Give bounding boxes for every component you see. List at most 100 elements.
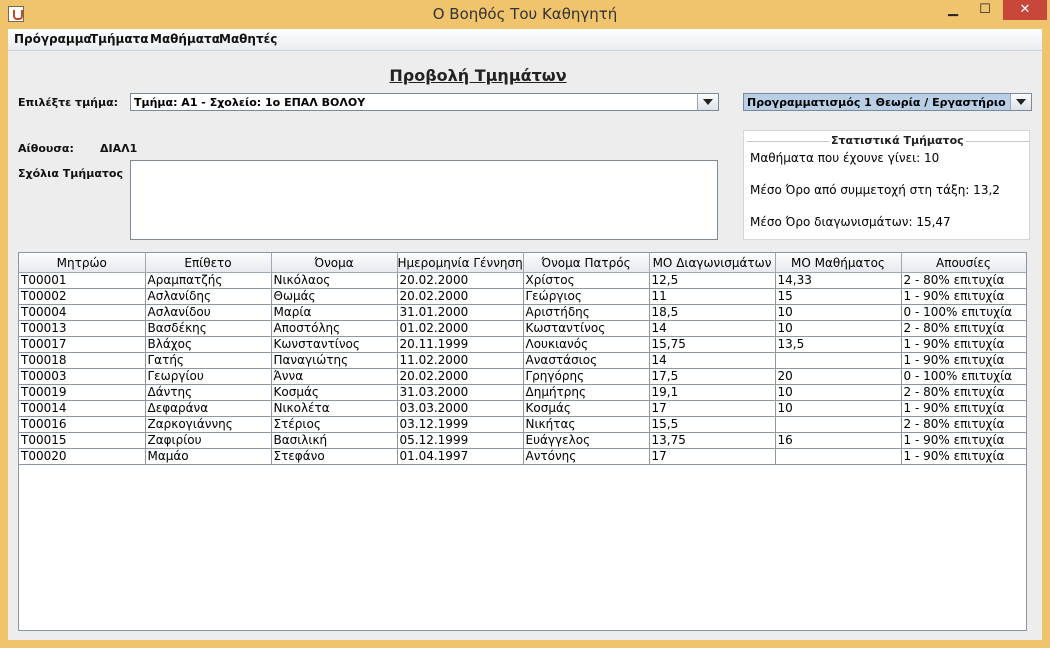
table-cell[interactable]: 10 [775, 400, 902, 417]
course-select[interactable]: Προγραμματισμός 1 Θεωρία / Εργαστήριο Μ0… [743, 93, 1032, 111]
table-row[interactable]: T00019 Δάντης Κοσμάς 31.03.2000 Δημήτρης 19,1… [19, 384, 1026, 401]
table-cell[interactable]: Δάντης [145, 384, 272, 401]
table-cell[interactable]: T00019 [19, 384, 146, 401]
chevron-down-icon[interactable] [697, 94, 718, 110]
table-cell[interactable]: 03.03.2000 [397, 400, 524, 417]
table-cell[interactable]: 01.02.2000 [397, 320, 524, 337]
table-cell[interactable]: T00018 [19, 352, 146, 369]
table-cell[interactable]: 20.02.2000 [397, 288, 524, 305]
table-cell[interactable]: 2 - 80% επιτυχία [901, 320, 1026, 337]
table-cell[interactable]: Βασιλική [271, 432, 398, 449]
table-cell[interactable]: Κοσμάς [271, 384, 398, 401]
menu-classes[interactable]: Τμήματα [90, 32, 149, 46]
table-cell[interactable]: Δημήτρης [523, 384, 650, 401]
menu-students[interactable]: Μαθητές [219, 32, 277, 46]
table-row[interactable]: T00002 Ασλανίδης Θωμάς 20.02.2000 Γεώργιος 11… [19, 288, 1026, 305]
table-cell[interactable]: 15 [775, 288, 902, 305]
title-bar[interactable]: Ο Βοηθός Του Καθηγητή ▁ ☐ ✕ [0, 0, 1050, 29]
table-cell[interactable]: Ασλανίδης [145, 288, 272, 305]
table-cell[interactable]: 14,33 [775, 272, 902, 289]
table-cell[interactable]: 20.02.2000 [397, 368, 524, 385]
table-row[interactable]: T00016 Ζαρκογιάννης Στέριος 03.12.1999 Νικήτ… [19, 416, 1026, 433]
table-cell[interactable]: Κωσταντίνος [523, 320, 650, 337]
table-cell[interactable]: Λουκιανός [523, 336, 650, 353]
maximize-button[interactable]: ☐ [970, 0, 1000, 20]
minimize-button[interactable]: ▁ [940, 0, 966, 20]
table-cell[interactable]: Μαμάο [145, 448, 272, 465]
table-cell[interactable]: 11.02.2000 [397, 352, 524, 369]
class-select[interactable]: Τμήμα: Α1 - Σχολείο: 1ο ΕΠΑΛ ΒΟΛΟΥ [130, 93, 719, 111]
table-cell[interactable]: Βασδέκης [145, 320, 272, 337]
table-row[interactable]: T00020 Μαμάο Στεφάνο 01.04.1997 Αντόνης 17 1 -… [19, 448, 1026, 465]
table-row[interactable]: T00013 Βασδέκης Αποστόλης 01.02.2000 Κωσταντ… [19, 320, 1026, 337]
menu-program[interactable]: Πρόγραμμα [14, 32, 92, 46]
table-cell[interactable] [775, 352, 902, 369]
table-cell[interactable]: 17 [649, 448, 776, 465]
table-cell[interactable]: 1 - 90% επιτυχία [901, 448, 1026, 465]
table-cell[interactable]: 17 [649, 400, 776, 417]
table-row[interactable]: T00018 Γατής Παναγιώτης 11.02.2000 Αναστάσιο… [19, 352, 1026, 369]
table-cell[interactable]: Γεώργιος [523, 288, 650, 305]
table-cell[interactable]: T00002 [19, 288, 146, 305]
table-cell[interactable]: 20.02.2000 [397, 272, 524, 289]
table-row[interactable]: T00003 Γεωργίου Άννα 20.02.2000 Γρηγόρης 17,5… [19, 368, 1026, 385]
table-cell[interactable]: 13,75 [649, 432, 776, 449]
table-cell[interactable]: 11 [649, 288, 776, 305]
table-cell[interactable]: 1 - 90% επιτυχία [901, 336, 1026, 353]
table-cell[interactable]: 1 - 90% επιτυχία [901, 352, 1026, 369]
table-cell[interactable]: 31.01.2000 [397, 304, 524, 321]
table-cell[interactable]: 0 - 100% επιτυχία [901, 304, 1026, 321]
table-cell[interactable]: 14 [649, 320, 776, 337]
table-cell[interactable]: Νικόλαος [271, 272, 398, 289]
column-header[interactable]: Όνομα Πατρός [523, 253, 650, 273]
table-cell[interactable]: 2 - 80% επιτυχία [901, 272, 1026, 289]
table-cell[interactable]: Αντόνης [523, 448, 650, 465]
table-row[interactable]: T00004 Ασλανίδου Μαρία 31.01.2000 Αριστήδης 1… [19, 304, 1026, 321]
table-cell[interactable]: 1 - 90% επιτυχία [901, 288, 1026, 305]
table-row[interactable]: T00001 Αραμπατζής Νικόλαος 20.02.2000 Χρίστο… [19, 272, 1026, 289]
menu-lessons[interactable]: Μαθήματα [150, 32, 220, 46]
table-cell[interactable]: Κοσμάς [523, 400, 650, 417]
table-cell[interactable]: 01.04.1997 [397, 448, 524, 465]
close-button[interactable]: ✕ [1003, 0, 1047, 20]
table-cell[interactable]: Άννα [271, 368, 398, 385]
table-cell[interactable]: 15,75 [649, 336, 776, 353]
table-cell[interactable]: T00001 [19, 272, 146, 289]
table-cell[interactable]: Αραμπατζής [145, 272, 272, 289]
column-header[interactable]: Επίθετο [145, 253, 272, 273]
table-cell[interactable]: Στέριος [271, 416, 398, 433]
column-header[interactable]: ΜΟ Διαγωνισμάτων [649, 253, 776, 273]
table-cell[interactable]: Παναγιώτης [271, 352, 398, 369]
table-cell[interactable]: T00013 [19, 320, 146, 337]
table-cell[interactable]: Βλάχος [145, 336, 272, 353]
table-cell[interactable]: Γρηγόρης [523, 368, 650, 385]
table-cell[interactable]: Δεφαράνα [145, 400, 272, 417]
table-cell[interactable]: 10 [775, 320, 902, 337]
table-cell[interactable]: Μαρία [271, 304, 398, 321]
table-cell[interactable]: 13,5 [775, 336, 902, 353]
table-cell[interactable]: 05.12.1999 [397, 432, 524, 449]
table-row[interactable]: T00014 Δεφαράνα Νικολέτα 03.03.2000 Κοσμάς 17… [19, 400, 1026, 417]
table-cell[interactable]: 15,5 [649, 416, 776, 433]
table-cell[interactable]: 17,5 [649, 368, 776, 385]
table-cell[interactable]: 1 - 90% επιτυχία [901, 432, 1026, 449]
table-cell[interactable]: 03.12.1999 [397, 416, 524, 433]
table-cell[interactable] [775, 416, 902, 433]
table-cell[interactable]: Χρίστος [523, 272, 650, 289]
chevron-down-icon[interactable] [1010, 94, 1031, 110]
column-header[interactable]: Ημερομηνία Γέννησης [397, 253, 524, 273]
table-cell[interactable]: 10 [775, 384, 902, 401]
table-cell[interactable]: 2 - 80% επιτυχία [901, 416, 1026, 433]
column-header[interactable]: ΜΟ Μαθήματος [775, 253, 902, 273]
table-cell[interactable]: 31.03.2000 [397, 384, 524, 401]
table-cell[interactable]: 12,5 [649, 272, 776, 289]
table-cell[interactable]: Ασλανίδου [145, 304, 272, 321]
table-cell[interactable]: Γατής [145, 352, 272, 369]
table-cell[interactable]: Νικήτας [523, 416, 650, 433]
table-cell[interactable]: 2 - 80% επιτυχία [901, 384, 1026, 401]
table-cell[interactable]: Γεωργίου [145, 368, 272, 385]
table-cell[interactable]: T00003 [19, 368, 146, 385]
table-cell[interactable]: Στεφάνο [271, 448, 398, 465]
table-row[interactable]: T00015 Ζαφιρίου Βασιλική 05.12.1999 Ευάγγελο… [19, 432, 1026, 449]
table-row[interactable]: T00017 Βλάχος Κωνσταντίνος 20.11.1999 Λουκια… [19, 336, 1026, 353]
